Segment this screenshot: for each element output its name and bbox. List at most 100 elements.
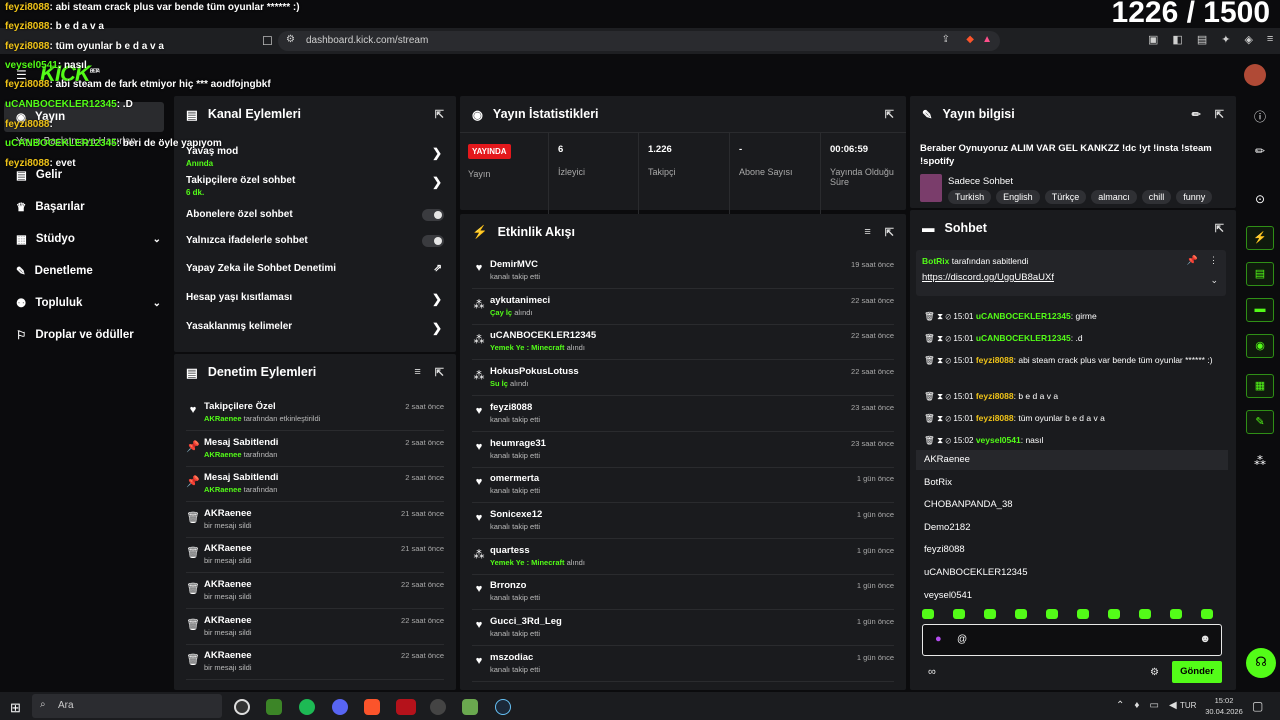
event-user[interactable]: HokusPokusLotuss <box>490 366 579 377</box>
emoji-icon[interactable]: ☻ <box>1199 633 1211 645</box>
mention-option[interactable]: uCANBOCEKLER12345 <box>916 563 1228 583</box>
emote-chat-toggle[interactable] <box>422 235 444 247</box>
mod-actions-button[interactable]: ▦ <box>1246 374 1274 398</box>
network-icon[interactable]: ▭ <box>1150 700 1159 711</box>
taskbar-app-voicemod[interactable] <box>396 699 416 715</box>
menu-icon[interactable]: ≡ <box>1267 33 1273 46</box>
event-user[interactable]: Gucci_3Rd_Leg <box>490 616 562 627</box>
notes-button[interactable]: ▤ <box>1246 262 1274 286</box>
trash-icon[interactable]: 🗑 <box>924 391 937 401</box>
tag[interactable]: Türkçe <box>1044 190 1087 204</box>
emote-icon[interactable] <box>984 609 996 619</box>
support-button[interactable]: ☊ <box>1246 648 1276 678</box>
taskbar-search[interactable]: ⌕ Ara <box>32 694 222 718</box>
chat-button[interactable]: ▬ <box>1246 298 1274 322</box>
kick-points-icon[interactable]: ∞ <box>928 666 936 678</box>
sidebar-item-droplar[interactable]: ⚐ Droplar ve ödüller <box>16 328 161 342</box>
popout-icon[interactable]: ⇱ <box>1215 222 1224 235</box>
site-settings-icon[interactable]: ⚙ <box>286 34 295 45</box>
vpn-icon[interactable]: ◈ <box>1244 33 1252 46</box>
timeout-icon[interactable]: ⧗ <box>937 413 945 423</box>
emote-icon[interactable] <box>1108 609 1120 619</box>
share-icon[interactable]: ⇪ <box>942 34 950 45</box>
sub-chat-toggle[interactable] <box>422 209 444 221</box>
emote-icon[interactable] <box>1170 609 1182 619</box>
emote-icon[interactable] <box>1201 609 1213 619</box>
sidebar-item-topluluk[interactable]: ⚉ Topluluk ⌄ <box>16 296 161 310</box>
sidebar-item-basarilar[interactable]: ♛ Başarılar <box>16 200 161 214</box>
row-user[interactable]: AKRaenee <box>204 485 242 494</box>
taskbar-app-spotify[interactable] <box>299 699 315 715</box>
pinned-link[interactable]: https://discord.gg/UggUB8aUXf <box>922 272 1054 283</box>
ai-icon[interactable]: ✦ <box>1221 33 1230 46</box>
row-user[interactable]: AKRaenee <box>204 450 242 459</box>
timeout-icon[interactable]: ⧗ <box>937 435 945 445</box>
taskbar-app-minecraft[interactable] <box>266 699 282 715</box>
more-icon[interactable]: ⋮ <box>1209 255 1218 266</box>
event-user[interactable]: Brronzo <box>490 580 526 591</box>
timeout-icon[interactable]: ⧗ <box>937 391 945 401</box>
taskbar-app-obs[interactable] <box>234 699 250 715</box>
event-user[interactable]: aykutanimeci <box>490 295 550 306</box>
event-user[interactable]: omermerta <box>490 473 539 484</box>
sidebar-item-denetleme[interactable]: ✎ Denetleme <box>16 264 161 278</box>
chevron-down-icon[interactable]: ⌄ <box>1210 275 1218 286</box>
tag[interactable]: English <box>996 190 1040 204</box>
activity-feed-button[interactable]: ⚡ <box>1246 226 1274 250</box>
taskbar-app-discord[interactable] <box>332 699 348 715</box>
event-user[interactable]: mszodiac <box>490 652 533 663</box>
timeout-icon[interactable]: ⧗ <box>937 333 945 343</box>
emote-icon[interactable] <box>922 609 934 619</box>
chat-user[interactable]: feyzi8088 <box>976 355 1014 365</box>
filter-icon[interactable]: ≡ <box>414 366 420 379</box>
kick-points-icon[interactable]: ⁂ <box>1240 454 1280 468</box>
slow-mode-item[interactable]: Yavaş mod Anında ❯ <box>186 146 444 168</box>
mention-option[interactable]: Demo2182 <box>916 518 1228 538</box>
mention-option[interactable]: veysel0541 <box>916 586 1228 606</box>
sidebar-item-studyo[interactable]: ▦ Stüdyo ⌄ <box>16 232 161 246</box>
chat-user[interactable]: feyzi8088 <box>976 413 1014 423</box>
event-user[interactable]: uCANBOCEKLER12345 <box>490 330 596 341</box>
popout-icon[interactable]: ⇱ <box>885 226 894 239</box>
tag[interactable]: almancı <box>1091 190 1137 204</box>
timeout-icon[interactable]: ⧗ <box>937 355 945 365</box>
tag[interactable]: funny <box>1176 190 1213 204</box>
event-user[interactable]: feyzi8088 <box>490 402 532 413</box>
broadcast-button[interactable]: ◉ <box>1246 334 1274 358</box>
popout-icon[interactable]: ⇱ <box>1215 108 1224 121</box>
filter-icon[interactable]: ≡ <box>864 226 870 239</box>
follower-chat-item[interactable]: Takipçilere özel sohbet 6 dk. ❯ <box>186 175 444 197</box>
account-age-item[interactable]: Hesap yaşı kısıtlaması ❯ <box>186 292 444 306</box>
edit-icon[interactable]: ✏ <box>1192 108 1201 121</box>
emote-icon[interactable] <box>1046 609 1058 619</box>
address-bar[interactable]: ⚙ dashboard.kick.com/stream ⇪ ◆ ▲ <box>278 31 1000 51</box>
emote-icon[interactable] <box>953 609 965 619</box>
popout-icon[interactable]: ⇱ <box>885 108 894 121</box>
pin-icon[interactable]: 📌 <box>1187 255 1198 266</box>
taskbar-app-launcher[interactable] <box>462 699 478 715</box>
taskbar-app-tool[interactable] <box>430 699 446 715</box>
mention-option[interactable]: feyzi8088 <box>916 540 1228 560</box>
info-icon[interactable]: ⓘ <box>1240 108 1280 125</box>
timeout-icon[interactable]: ⧗ <box>937 311 945 321</box>
clock[interactable]: 15:02 30.04.2026 <box>1204 695 1244 717</box>
chat-user[interactable]: veysel0541 <box>976 435 1021 445</box>
notification-icon[interactable]: ▢ <box>1252 699 1263 713</box>
chat-user[interactable]: uCANBOCEKLER12345 <box>976 333 1071 343</box>
sidebar-icon[interactable]: ◧ <box>1172 33 1182 46</box>
emote-icon[interactable] <box>1077 609 1089 619</box>
event-user[interactable]: heumrage31 <box>490 438 546 449</box>
chat-user[interactable]: uCANBOCEKLER12345 <box>976 311 1071 321</box>
avatar[interactable] <box>1244 64 1266 86</box>
language-indicator[interactable]: TUR <box>1180 701 1196 710</box>
banned-words-item[interactable]: Yasaklanmış kelimeler ❯ <box>186 321 444 335</box>
volume-icon[interactable]: ◀ <box>1169 700 1177 711</box>
chat-input[interactable]: ● @ ☻ <box>922 624 1222 656</box>
popout-icon[interactable]: ⇱ <box>435 108 444 121</box>
tray-expand-icon[interactable]: ⌃ <box>1116 700 1124 711</box>
sidebar-item-gelir[interactable]: ▤ Gelir <box>16 168 161 182</box>
gallery-icon[interactable]: ▤ <box>1197 33 1207 46</box>
channel-actions-button[interactable]: ✎ <box>1246 410 1274 434</box>
mention-option[interactable]: BotRix <box>916 473 1228 493</box>
rewards-icon[interactable]: ▲ <box>982 34 992 45</box>
